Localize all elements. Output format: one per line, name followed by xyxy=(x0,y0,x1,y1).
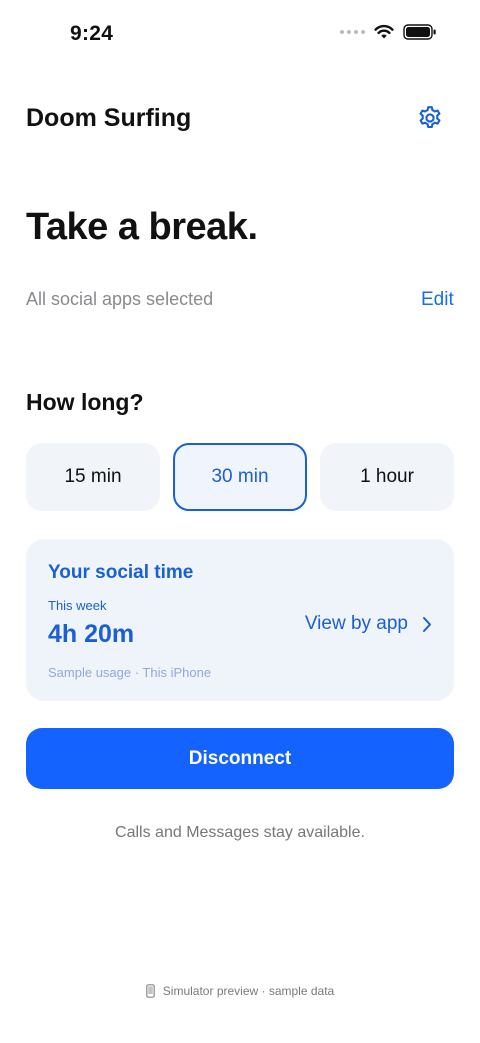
availability-footnote: Calls and Messages stay available. xyxy=(115,824,365,841)
battery-icon xyxy=(403,24,436,40)
preview-note-label: Simulator preview · sample data xyxy=(162,984,335,998)
usage-source-note: Sample usage · This iPhone xyxy=(48,665,212,680)
view-by-app-label: View by app xyxy=(304,613,408,634)
usage-total: 4h 20m xyxy=(48,620,135,648)
wifi-icon xyxy=(374,24,394,39)
usage-period: This week xyxy=(48,598,107,613)
preview-note: Simulator preview · sample data xyxy=(0,984,480,998)
app-title: Doom Surfing xyxy=(26,104,192,132)
social-time-card: Your social time This week 4h 20m Sample… xyxy=(26,539,454,701)
page-headline: Take a break. xyxy=(26,206,258,248)
duration-heading: How long? xyxy=(26,389,144,415)
gear-icon xyxy=(419,106,441,129)
disconnect-button[interactable]: Disconnect xyxy=(26,728,454,789)
status-icons xyxy=(340,24,437,40)
duration-option-1-hour[interactable]: 1 hour xyxy=(320,443,454,511)
duration-option-30-min[interactable]: 30 min xyxy=(173,443,307,511)
cellular-signal-icon xyxy=(340,30,365,34)
phone-icon xyxy=(145,984,155,998)
selected-apps-summary: All social apps selected xyxy=(26,289,214,309)
view-by-app-button[interactable]: View by app xyxy=(305,613,432,635)
edit-selection-button[interactable]: Edit xyxy=(421,289,454,311)
card-title: Your social time xyxy=(48,562,194,583)
status-time: 9:24 xyxy=(70,22,114,45)
chevron-right-icon xyxy=(423,616,431,632)
duration-option-15-min[interactable]: 15 min xyxy=(26,443,160,511)
settings-button[interactable] xyxy=(416,104,444,132)
